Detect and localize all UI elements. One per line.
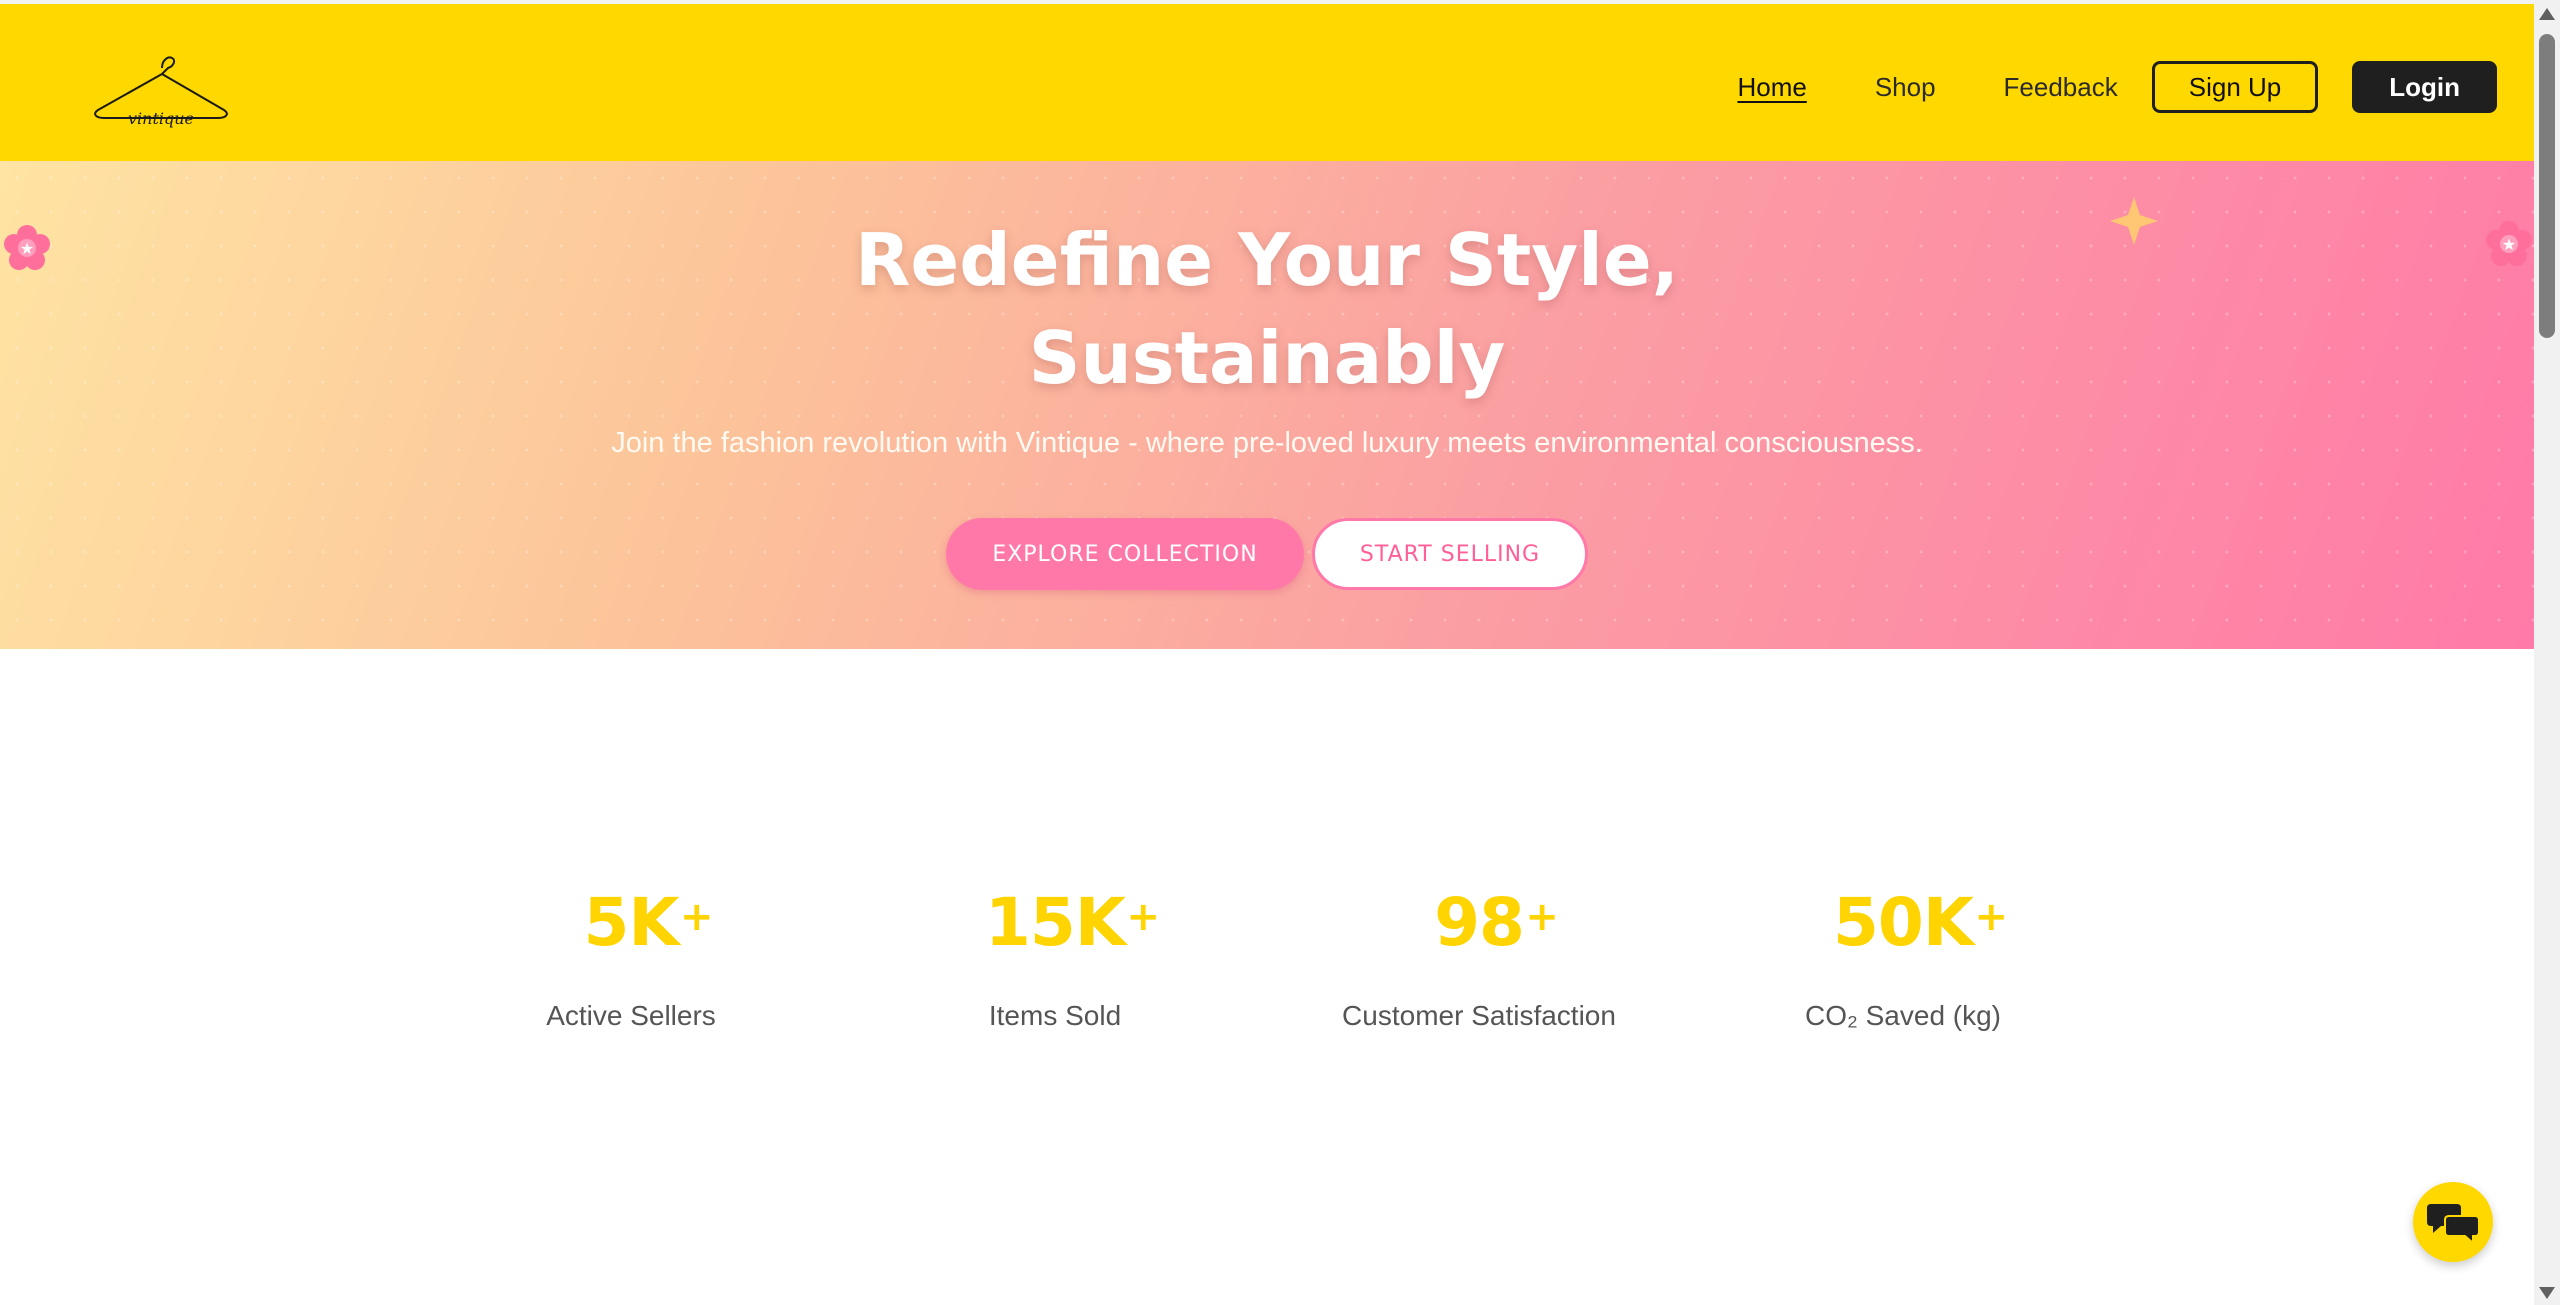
hanger-logo-icon[interactable]: vintique xyxy=(92,52,230,134)
vertical-scrollbar[interactable] xyxy=(2534,0,2560,1305)
stat-value: 15K + xyxy=(985,880,1160,966)
stat-label: Active Sellers xyxy=(546,1000,716,1031)
login-button[interactable]: Login xyxy=(2352,61,2497,113)
start-selling-button[interactable]: START SELLING xyxy=(1312,518,1588,590)
hero-section: ★ ★ Redefine Your Style, Sustainably Joi… xyxy=(0,161,2534,649)
hero-subtitle: Join the fashion revolution with Vintiqu… xyxy=(611,427,1923,459)
hero-title-line-1: Redefine Your Style, xyxy=(854,218,1680,302)
stat-value: 50K + xyxy=(1833,880,2008,966)
logo-wordmark: vintique xyxy=(128,109,194,128)
stat-label: Items Sold xyxy=(988,1000,1122,1031)
chat-bubbles-icon xyxy=(2427,1204,2479,1244)
scrollbar-thumb[interactable] xyxy=(2539,34,2555,338)
stat-customer-satisfaction: 98 + Customer Satisfaction xyxy=(1269,880,1689,1032)
scroll-down-arrow-icon[interactable] xyxy=(2539,1287,2555,1299)
scroll-up-arrow-icon[interactable] xyxy=(2539,8,2555,20)
stat-value: 5K + xyxy=(583,880,713,966)
stat-co2-saved: 50K + CO₂ Saved (kg) xyxy=(1693,880,2113,1032)
explore-collection-button[interactable]: EXPLORE COLLECTION xyxy=(946,518,1304,590)
main-nav: Home Shop Feedback Sign Up Login xyxy=(1737,58,2497,116)
stat-plus: + xyxy=(680,894,714,940)
hero-title: Redefine Your Style, Sustainably xyxy=(0,211,2534,407)
chat-button[interactable] xyxy=(2413,1182,2493,1262)
hero-cta-group: EXPLORE COLLECTION START SELLING xyxy=(0,518,2534,590)
stat-plus: + xyxy=(1525,894,1559,940)
nav-feedback-link[interactable]: Feedback xyxy=(2004,72,2118,103)
stat-label: CO₂ Saved (kg) xyxy=(1804,1000,2002,1031)
nav-shop-link[interactable]: Shop xyxy=(1875,72,1936,103)
nav-home-link[interactable]: Home xyxy=(1737,72,1806,103)
page: vintique Home Shop Feedback Sign Up Logi… xyxy=(0,0,2534,1305)
hero-title-line-2: Sustainably xyxy=(1028,316,1506,400)
stat-items-sold: 15K + Items Sold xyxy=(845,880,1265,1032)
stats-section: 5K + Active Sellers 15K + Items Sold 98 + C… xyxy=(0,880,2534,1060)
signup-button[interactable]: Sign Up xyxy=(2151,61,2319,113)
stat-value: 98 + xyxy=(1434,880,1559,966)
stat-label: Customer Satisfaction xyxy=(1342,1000,1616,1031)
stat-plus: + xyxy=(1974,894,2008,940)
stat-plus: + xyxy=(1126,894,1160,940)
stat-active-sellers: 5K + Active Sellers xyxy=(421,880,841,1032)
site-header: vintique Home Shop Feedback Sign Up Logi… xyxy=(0,4,2534,161)
